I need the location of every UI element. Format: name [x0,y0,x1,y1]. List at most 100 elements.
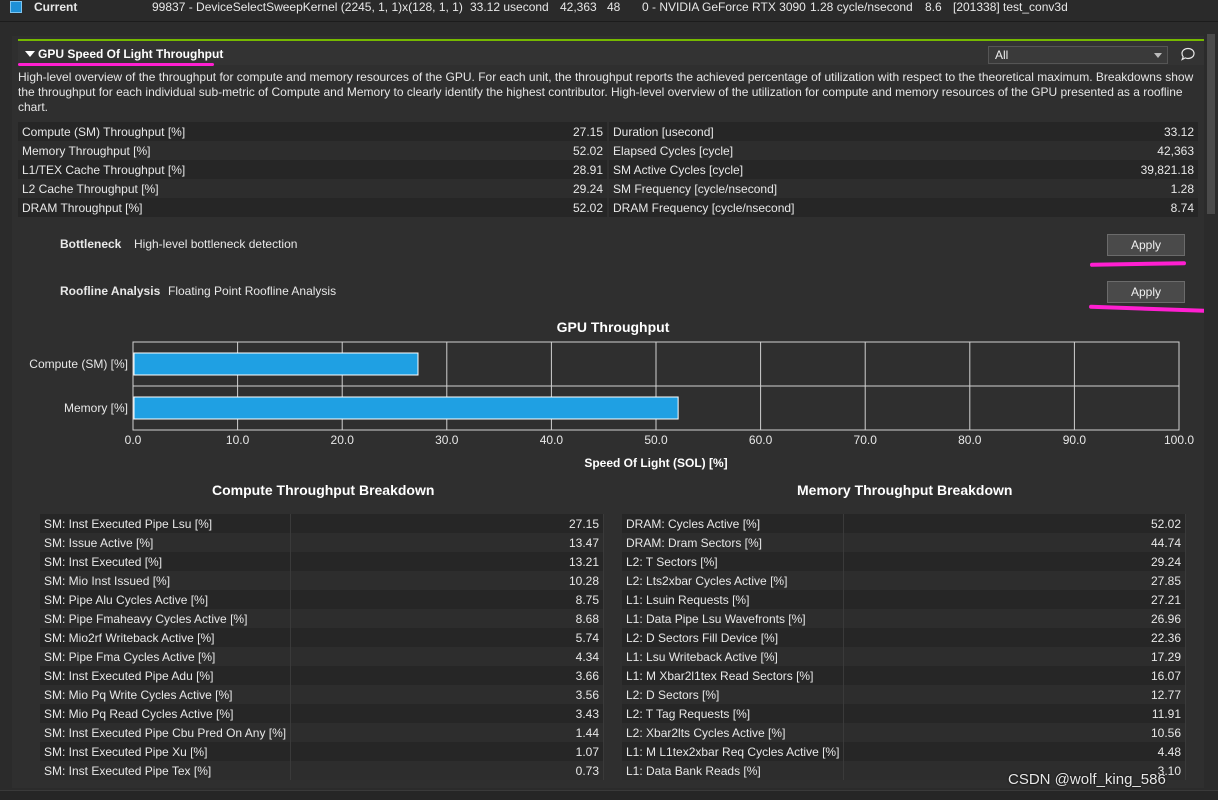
metric-value: 8.74 [1053,198,1198,217]
table-row[interactable]: DRAM: Dram Sectors [%] 44.74 [622,533,1186,552]
metric-value: 13.47 [290,533,604,552]
table-row[interactable]: SM: Pipe Fma Cycles Active [%] 4.34 [40,647,604,666]
metric-value: 42,363 [1053,141,1198,160]
section-description: High-level overview of the throughput fo… [18,70,1194,114]
table-row[interactable]: L1: Lsuin Requests [%] 27.21 [622,590,1186,609]
table-row[interactable]: DRAM: Cycles Active [%] 52.02 [622,514,1186,533]
table-row[interactable]: L2: T Tag Requests [%] 11.91 [622,704,1186,723]
metric-value: 11.91 [843,704,1186,723]
metric-value: 29.24 [499,179,607,198]
body-filter-select[interactable]: All [988,46,1168,64]
table-row[interactable]: L2: Xbar2lts Cycles Active [%] 10.56 [622,723,1186,742]
table-row[interactable]: SM: Inst Executed [%] 13.21 [40,552,604,571]
vertical-scrollbar[interactable] [1206,30,1216,790]
apply-bottleneck-button[interactable]: Apply [1107,234,1185,256]
metric-value: 52.02 [499,141,607,160]
metric-name: Elapsed Cycles [cycle] [609,141,1054,160]
section-title[interactable]: GPU Speed Of Light Throughput [38,47,223,61]
metric-name: L1: Lsuin Requests [%] [622,590,845,609]
rule-roofline-desc: Floating Point Roofline Analysis [168,284,337,298]
metric-value: 1.07 [290,742,604,761]
table-row[interactable]: SM: Inst Executed Pipe Tex [%] 0.73 [40,761,604,780]
metric-name: L2: Lts2xbar Cycles Active [%] [622,571,845,590]
table-row[interactable]: SM: Inst Executed Pipe Adu [%] 3.66 [40,666,604,685]
metric-value: 5.74 [290,628,604,647]
table-row[interactable]: SM: Pipe Alu Cycles Active [%] 8.75 [40,590,604,609]
result-bar[interactable]: Current 99837 - DeviceSelectSweepKernel … [0,0,1218,22]
table-row[interactable]: L1: Lsu Writeback Active [%] 17.29 [622,647,1186,666]
metric-name: SM: Mio Pq Write Cycles Active [%] [40,685,292,704]
metric-row[interactable]: DRAM Frequency [cycle/nsecond] 8.74 [609,198,1198,217]
metric-value: 33.12 [1053,122,1198,141]
metric-name: L1: Lsu Writeback Active [%] [622,647,845,666]
metric-row[interactable]: DRAM Throughput [%] 52.02 [18,198,607,217]
metric-name: DRAM Throughput [%] [18,198,500,217]
metric-row[interactable]: SM Active Cycles [cycle] 39,821.18 [609,160,1198,179]
apply-roofline-button[interactable]: Apply [1107,281,1185,303]
metric-value: 8.68 [290,609,604,628]
metric-row[interactable]: Duration [usecond] 33.12 [609,122,1198,141]
section-header[interactable]: GPU Speed Of Light Throughput All [18,39,1204,66]
chart-tick-label: 70.0 [854,433,878,447]
table-row[interactable]: SM: Mio Pq Write Cycles Active [%] 3.56 [40,685,604,704]
metric-value: 39,821.18 [1053,160,1198,179]
metric-name: L2: T Tag Requests [%] [622,704,845,723]
table-row[interactable]: SM: Issue Active [%] 13.47 [40,533,604,552]
metric-value: 0.73 [290,761,604,780]
metric-value: 44.74 [843,533,1186,552]
metric-name: L2 Cache Throughput [%] [18,179,500,198]
metrics-table-left: Compute (SM) Throughput [%] 27.15 Memory T… [18,122,607,217]
chart-tick-label: 40.0 [540,433,564,447]
table-row[interactable]: SM: Pipe Fmaheavy Cycles Active [%] 8.68 [40,609,604,628]
table-row[interactable]: L1: Data Pipe Lsu Wavefronts [%] 26.96 [622,609,1186,628]
chevron-down-icon [1154,53,1162,58]
metric-value: 27.15 [499,122,607,141]
table-row[interactable]: L1: M Xbar2l1tex Read Sectors [%] 16.07 [622,666,1186,685]
chart-tick-labels: 0.0 10.0 20.0 30.0 40.0 50.0 60.0 70.0 80.0 90.0 1… [125,433,1195,447]
highlight-underline [1088,304,1204,314]
metric-row[interactable]: L2 Cache Throughput [%] 29.24 [18,179,607,198]
chart-tick-label: 0.0 [125,433,142,447]
chart-tick-label: 80.0 [958,433,982,447]
rule-roofline-name: Roofline Analysis [60,284,161,298]
metric-name: Memory Throughput [%] [18,141,500,160]
chart-tick-label: 30.0 [435,433,459,447]
comment-icon[interactable] [1180,47,1196,61]
collapse-triangle-icon[interactable] [25,51,35,57]
metric-row[interactable]: Compute (SM) Throughput [%] 27.15 [18,122,607,141]
table-row[interactable]: L1: M L1tex2xbar Req Cycles Active [%] 4.… [622,742,1186,761]
metric-name: SM: Inst Executed [%] [40,552,292,571]
table-row[interactable]: SM: Inst Executed Pipe Lsu [%] 27.15 [40,514,604,533]
metric-name: L2: T Sectors [%] [622,552,845,571]
metric-value: 52.02 [499,198,607,217]
chart-category-label: Memory [%] [64,401,128,415]
chart-tick-label: 50.0 [644,433,668,447]
chart-tick-label: 90.0 [1063,433,1087,447]
table-row[interactable]: SM: Mio2rf Writeback Active [%] 5.74 [40,628,604,647]
metric-name: L2: D Sectors Fill Device [%] [622,628,845,647]
metric-row[interactable]: L1/TEX Cache Throughput [%] 28.91 [18,160,607,179]
table-row[interactable]: L2: T Sectors [%] 29.24 [622,552,1186,571]
metric-row[interactable]: Memory Throughput [%] 52.02 [18,141,607,160]
metric-name: DRAM: Cycles Active [%] [622,514,845,533]
metric-name: L1: Data Pipe Lsu Wavefronts [%] [622,609,845,628]
metric-name: SM: Mio2rf Writeback Active [%] [40,628,292,647]
table-row[interactable]: L2: D Sectors Fill Device [%] 22.36 [622,628,1186,647]
table-row[interactable]: SM: Inst Executed Pipe Xu [%] 1.07 [40,742,604,761]
chart-bar [133,352,419,376]
metric-value: 3.43 [290,704,604,723]
memory-breakdown-title: Memory Throughput Breakdown [797,482,1013,498]
metric-name: L1: Data Bank Reads [%] [622,761,845,780]
chart-x-axis-label: Speed Of Light (SOL) [%] [584,456,727,470]
result-registers: 48 [607,0,621,14]
table-row[interactable]: SM: Mio Inst Issued [%] 10.28 [40,571,604,590]
table-row[interactable]: L2: Lts2xbar Cycles Active [%] 27.85 [622,571,1186,590]
table-row[interactable]: SM: Inst Executed Pipe Cbu Pred On Any [… [40,723,604,742]
result-label: Current [34,0,78,14]
scrollbar-thumb[interactable] [1207,34,1215,214]
metric-row[interactable]: SM Frequency [cycle/nsecond] 1.28 [609,179,1198,198]
metric-value: 16.07 [843,666,1186,685]
metric-row[interactable]: Elapsed Cycles [cycle] 42,363 [609,141,1198,160]
table-row[interactable]: L2: D Sectors [%] 12.77 [622,685,1186,704]
table-row[interactable]: SM: Mio Pq Read Cycles Active [%] 3.43 [40,704,604,723]
